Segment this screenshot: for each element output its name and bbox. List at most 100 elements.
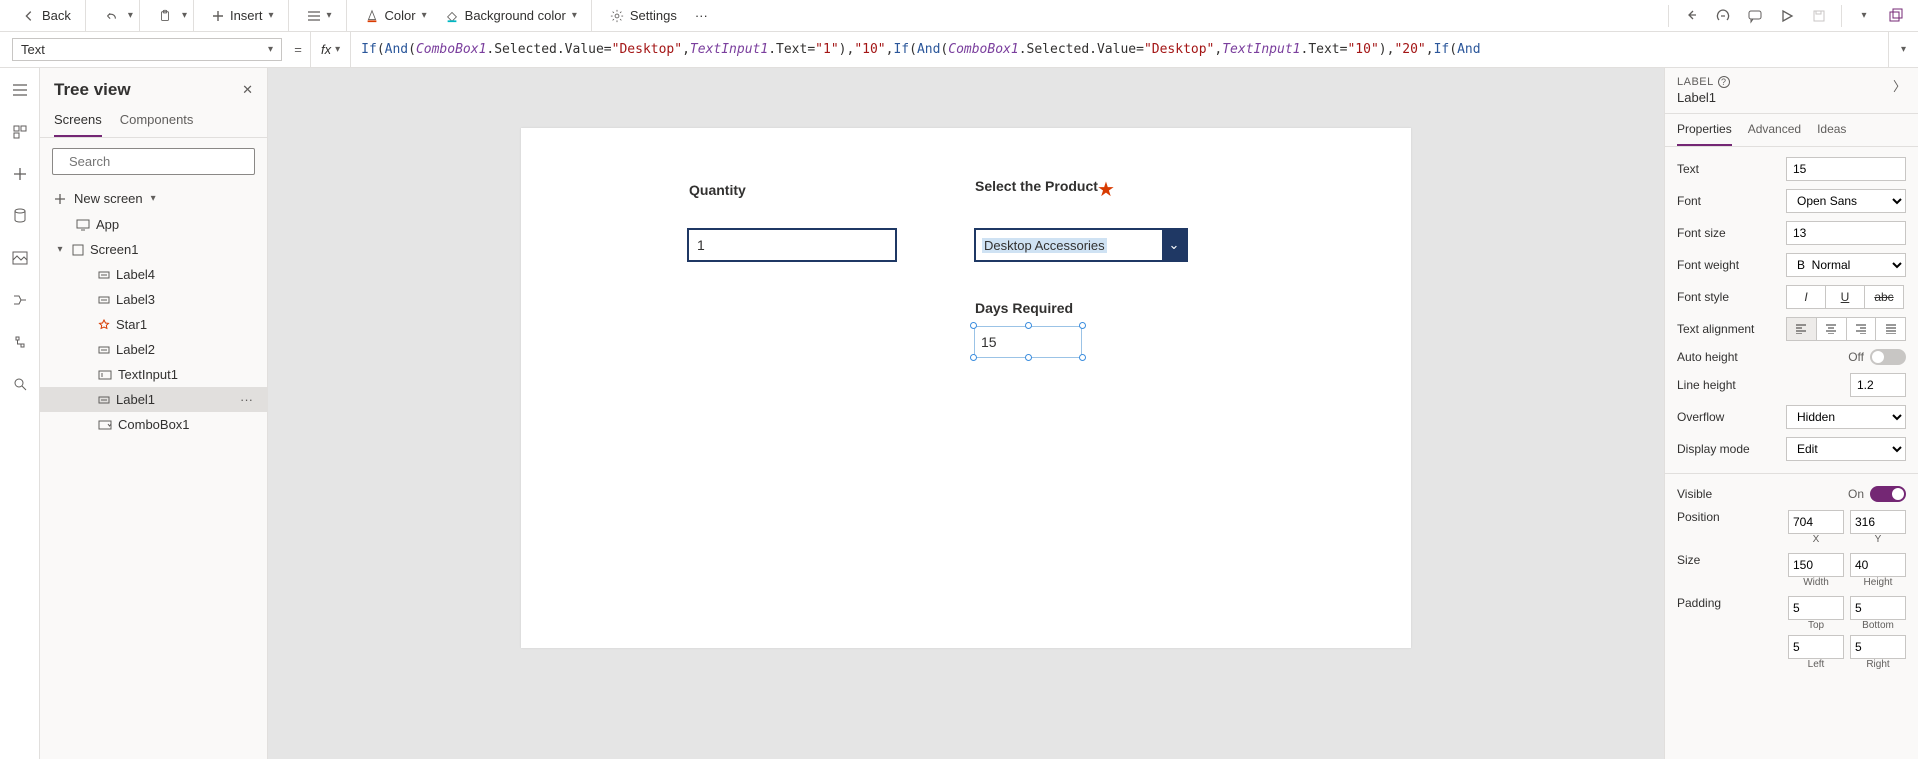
top-toolbar: Back ▾ ▾ Insert ▾ ▾ Color ▾	[0, 0, 1918, 32]
back-button[interactable]: Back	[14, 4, 79, 27]
required-star-icon: ★	[1097, 177, 1115, 202]
align-left-button[interactable]	[1786, 317, 1817, 341]
padding-left-input[interactable]	[1788, 635, 1844, 659]
italic-toggle[interactable]: I	[1786, 285, 1826, 309]
padding-right-input[interactable]	[1850, 635, 1906, 659]
overflow-prop-label: Overflow	[1677, 410, 1724, 424]
position-x-input[interactable]	[1788, 510, 1844, 534]
settings-button[interactable]: Settings	[602, 4, 685, 27]
text-prop-input[interactable]	[1786, 157, 1906, 181]
comments-icon[interactable]	[1741, 2, 1769, 30]
padding-top-input[interactable]	[1788, 596, 1844, 620]
new-screen-button[interactable]: New screen ▾	[40, 185, 267, 212]
days-required-label: Days Required	[975, 300, 1073, 316]
undo-button[interactable]	[96, 5, 126, 27]
font-prop-select[interactable]: Open Sans	[1786, 189, 1906, 213]
selection-handle-s[interactable]	[1025, 354, 1032, 361]
tree-node-label4[interactable]: Label4	[40, 262, 267, 287]
close-tree-icon[interactable]: ✕	[242, 82, 253, 98]
paste-split-chevron[interactable]: ▾	[182, 10, 187, 21]
overflow-prop-select[interactable]: Hidden	[1786, 405, 1906, 429]
lineheight-prop-input[interactable]	[1850, 373, 1906, 397]
tree-node-more-icon[interactable]: ···	[240, 392, 253, 407]
product-combobox[interactable]: Desktop Accessories ⌄	[974, 228, 1188, 262]
save-icon[interactable]	[1805, 2, 1833, 30]
fontsize-prop-input[interactable]	[1786, 221, 1906, 245]
collapse-panel-icon[interactable]: 〉	[1893, 76, 1906, 95]
chevron-down-icon[interactable]: ⌄	[1162, 230, 1186, 260]
visible-toggle[interactable]	[1870, 486, 1906, 502]
tab-screens[interactable]: Screens	[54, 104, 102, 137]
selection-handle-sw[interactable]	[970, 354, 977, 361]
bgcolor-button[interactable]: Background color ▾	[437, 4, 585, 27]
displaymode-prop-select[interactable]: Edit	[1786, 437, 1906, 461]
tree-node-combobox1[interactable]: ComboBox1	[40, 412, 267, 437]
position-y-input[interactable]	[1850, 510, 1906, 534]
share-icon[interactable]	[1677, 2, 1705, 30]
selection-handle-ne[interactable]	[1079, 322, 1086, 329]
variables-icon[interactable]	[8, 330, 32, 354]
checker-icon[interactable]	[1709, 2, 1737, 30]
tab-ideas[interactable]: Ideas	[1817, 114, 1846, 146]
selection-handle-n[interactable]	[1025, 322, 1032, 329]
property-selector-value: Text	[21, 42, 45, 57]
canvas-screen[interactable]: Quantity 1 Select the Product ★ Desktop …	[521, 128, 1411, 648]
align-justify-button[interactable]	[1875, 317, 1906, 341]
padding-bottom-input[interactable]	[1850, 596, 1906, 620]
tree-node-textinput1[interactable]: TextInput1	[40, 362, 267, 387]
tree-node-label2[interactable]: Label2	[40, 337, 267, 362]
tree-node-screen1[interactable]: ▾ Screen1	[40, 237, 267, 262]
hamburger-icon[interactable]	[8, 78, 32, 102]
property-selector[interactable]: Text ▾	[12, 38, 282, 61]
formula-bar: Text ▾ = fx ▾ If(And(ComboBox1.Selected.…	[0, 32, 1918, 68]
selection-handle-se[interactable]	[1079, 354, 1086, 361]
undo-split-chevron[interactable]: ▾	[128, 10, 133, 21]
product-label: Select the Product	[975, 178, 1098, 194]
back-label: Back	[42, 8, 71, 23]
tree-node-app[interactable]: App	[40, 212, 267, 237]
search-rail-icon[interactable]	[8, 372, 32, 396]
tree-node-star1[interactable]: Star1	[40, 312, 267, 337]
strike-toggle[interactable]: abc	[1864, 285, 1904, 309]
quantity-label: Quantity	[689, 182, 746, 198]
tree-node-label3[interactable]: Label3	[40, 287, 267, 312]
fontweight-prop-select[interactable]: B Normal	[1786, 253, 1906, 277]
overflow-button[interactable]: ···	[687, 4, 716, 27]
publish-icon[interactable]	[1882, 2, 1910, 30]
publish-chevron-icon[interactable]: ▾	[1850, 2, 1878, 30]
fx-label[interactable]: fx ▾	[310, 32, 351, 67]
size-h-input[interactable]	[1850, 553, 1906, 577]
tab-advanced[interactable]: Advanced	[1748, 114, 1801, 146]
underline-toggle[interactable]: U	[1825, 285, 1865, 309]
layout-button[interactable]: ▾	[299, 6, 340, 26]
size-w-input[interactable]	[1788, 553, 1844, 577]
formula-text[interactable]: If(And(ComboBox1.Selected.Value="Desktop…	[351, 32, 1888, 67]
flows-icon[interactable]	[8, 288, 32, 312]
tree-node-label1[interactable]: Label1 ···	[40, 387, 267, 412]
align-center-button[interactable]	[1816, 317, 1847, 341]
paste-button[interactable]	[150, 5, 180, 27]
tree-view-icon[interactable]	[8, 120, 32, 144]
quantity-input[interactable]: 1	[687, 228, 897, 262]
tab-properties[interactable]: Properties	[1677, 114, 1732, 146]
help-icon[interactable]: ?	[1718, 76, 1730, 88]
tab-components[interactable]: Components	[120, 104, 194, 137]
autoheight-toggle[interactable]	[1870, 349, 1906, 365]
data-icon[interactable]	[8, 204, 32, 228]
selection-handle-nw[interactable]	[970, 322, 977, 329]
autoheight-prop-label: Auto height	[1677, 350, 1738, 364]
expand-formula-icon[interactable]: ▾	[1888, 32, 1918, 67]
align-right-button[interactable]	[1846, 317, 1877, 341]
textalign-prop-label: Text alignment	[1677, 322, 1754, 336]
color-button[interactable]: Color ▾	[357, 4, 435, 27]
tree-search[interactable]	[52, 148, 255, 175]
media-icon[interactable]	[8, 246, 32, 270]
control-name: Label1	[1677, 90, 1906, 105]
settings-label: Settings	[630, 8, 677, 23]
lineheight-prop-label: Line height	[1677, 378, 1736, 392]
insert-button[interactable]: Insert ▾	[204, 4, 282, 27]
preview-icon[interactable]	[1773, 2, 1801, 30]
canvas-viewport[interactable]: Quantity 1 Select the Product ★ Desktop …	[268, 68, 1664, 759]
insert-rail-icon[interactable]	[8, 162, 32, 186]
tree-search-input[interactable]	[67, 153, 247, 170]
